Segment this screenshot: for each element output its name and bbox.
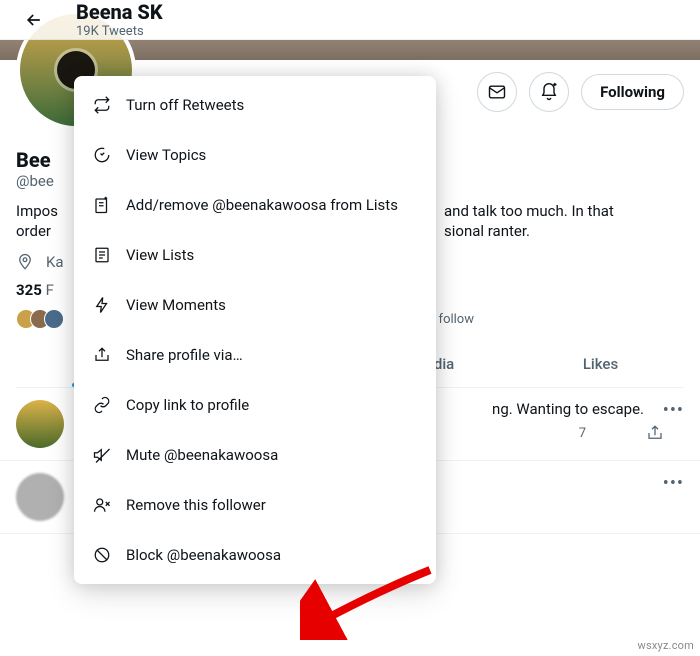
tweet-avatar[interactable] <box>16 400 64 448</box>
menu-label: Mute @beenakawoosa <box>126 446 278 464</box>
menu-add-remove-lists[interactable]: Add/remove @beenakawoosa from Lists <box>74 180 436 230</box>
message-button[interactable] <box>477 72 517 112</box>
moments-icon <box>92 296 112 314</box>
notify-button[interactable] <box>529 72 569 112</box>
menu-label: View Topics <box>126 146 206 164</box>
menu-block[interactable]: Block @beenakawoosa <box>74 530 436 580</box>
link-icon <box>92 396 112 414</box>
mini-avatars <box>16 309 64 329</box>
menu-turn-off-retweets[interactable]: Turn off Retweets <box>74 80 436 130</box>
menu-label: View Lists <box>126 246 194 264</box>
menu-remove-follower[interactable]: Remove this follower <box>74 480 436 530</box>
following-label: F <box>46 281 54 299</box>
bio-left: Impos order <box>16 202 58 241</box>
menu-label: Remove this follower <box>126 496 266 514</box>
list-add-icon <box>92 196 112 214</box>
topics-icon <box>92 146 112 164</box>
location-text: Ka <box>46 253 64 271</box>
retweet-count[interactable]: 7 <box>579 426 586 441</box>
header-bar: Beena SK 19K Tweets <box>0 0 700 40</box>
tweet-avatar[interactable] <box>16 473 64 521</box>
bio-right: and talk too much. In that sional ranter… <box>444 202 684 241</box>
envelope-icon <box>487 82 507 102</box>
user-remove-icon <box>92 496 112 514</box>
watermark: wsxyz.com <box>638 639 694 652</box>
tweet-count: 19K Tweets <box>76 24 163 39</box>
menu-label: View Moments <box>126 296 226 314</box>
menu-label: Share profile via… <box>126 346 243 364</box>
menu-label: Add/remove @beenakawoosa from Lists <box>126 196 398 214</box>
retweet-icon <box>92 96 112 114</box>
tweet-more-button[interactable]: ••• <box>663 473 684 494</box>
menu-label: Copy link to profile <box>126 396 249 414</box>
arrow-left-icon <box>24 10 44 30</box>
list-icon <box>92 246 112 264</box>
profile-name-header: Beena SK <box>76 0 163 24</box>
share-icon[interactable] <box>646 424 664 442</box>
following-button[interactable]: Following <box>581 74 684 110</box>
profile-more-menu: Turn off Retweets View Topics Add/remove… <box>74 76 436 584</box>
menu-share-profile[interactable]: Share profile via… <box>74 330 436 380</box>
menu-label: Block @beenakawoosa <box>126 546 281 564</box>
followed-suffix: follow <box>439 312 684 327</box>
menu-view-lists[interactable]: View Lists <box>74 230 436 280</box>
menu-label: Turn off Retweets <box>126 96 244 114</box>
share-icon <box>92 346 112 364</box>
following-count: 325 <box>16 281 42 299</box>
header-titles: Beena SK 19K Tweets <box>76 0 163 39</box>
block-icon <box>92 546 112 564</box>
menu-copy-link[interactable]: Copy link to profile <box>74 380 436 430</box>
menu-mute[interactable]: Mute @beenakawoosa <box>74 430 436 480</box>
menu-view-topics[interactable]: View Topics <box>74 130 436 180</box>
mini-avatar <box>44 309 64 329</box>
location-icon <box>16 253 34 271</box>
mute-icon <box>92 446 112 464</box>
back-button[interactable] <box>16 2 52 38</box>
menu-view-moments[interactable]: View Moments <box>74 280 436 330</box>
tweet-more-button[interactable]: ••• <box>663 400 684 421</box>
tab-likes[interactable]: Likes <box>517 341 684 387</box>
bell-plus-icon <box>539 82 559 102</box>
